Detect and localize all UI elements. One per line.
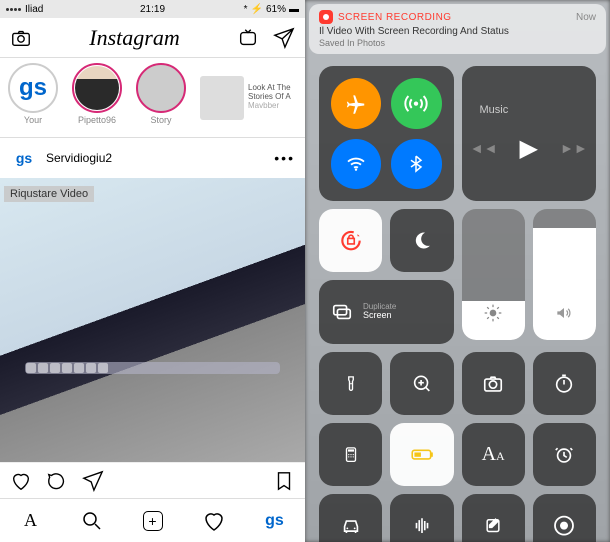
overlay-label: Riqustare Video (4, 186, 94, 202)
volume-icon (554, 303, 574, 328)
comment-icon[interactable] (46, 470, 68, 492)
instagram-screen: Iliad 21:19 * ⚡ 61% ▬ Instagram gs Your (0, 0, 305, 542)
connectivity-tile (319, 66, 454, 201)
voice-memo-button[interactable] (390, 494, 453, 542)
instagram-logo: Instagram (89, 25, 179, 51)
nav-add[interactable]: + (141, 509, 165, 533)
notes-button[interactable] (462, 494, 525, 542)
brightness-icon (483, 303, 503, 328)
dnd-toggle[interactable] (390, 209, 453, 272)
bluetooth-toggle[interactable] (391, 139, 441, 188)
post-image[interactable]: Riqustare Video (0, 178, 305, 462)
nav-profile[interactable]: gs (263, 509, 287, 533)
notif-subtitle: Saved In Photos (319, 38, 596, 48)
instagram-header: Instagram (0, 18, 305, 58)
magnifier-button[interactable] (390, 352, 453, 415)
post-actions (0, 462, 305, 498)
notification-banner[interactable]: SCREEN RECORDING Now Il Video With Scree… (309, 4, 606, 54)
bookmark-icon[interactable] (273, 470, 295, 492)
notif-time: Now (576, 12, 596, 23)
music-tile[interactable]: Music ◄◄ ▶ ►► (462, 66, 597, 201)
camera-button[interactable] (462, 352, 525, 415)
bt-icon: * (244, 4, 248, 15)
signal-icon (6, 8, 21, 11)
driving-button[interactable] (319, 494, 382, 542)
story-your[interactable]: gs Your (8, 63, 58, 132)
post-username[interactable]: Servidiogiu2 (46, 151, 266, 165)
play-icon[interactable]: ▶ (520, 134, 538, 163)
story-item[interactable]: Story (136, 63, 186, 132)
nav-search[interactable] (80, 509, 104, 533)
flashlight-button[interactable] (319, 352, 382, 415)
brightness-slider[interactable] (462, 209, 525, 341)
igtv-icon[interactable] (237, 27, 259, 49)
time-label: 21:19 (104, 4, 202, 15)
more-icon[interactable]: ••• (274, 150, 295, 166)
control-center-screen: SCREEN RECORDING Now Il Video With Scree… (305, 0, 610, 542)
calculator-button[interactable] (319, 423, 382, 486)
nav-home[interactable]: A (19, 509, 43, 533)
screen-mirroring-button[interactable]: Duplicate Screen (319, 280, 454, 344)
timer-button[interactable] (533, 352, 596, 415)
stories-row: gs Your Pipetto96 Story Look At The Stor… (0, 58, 305, 138)
alarm-button[interactable] (533, 423, 596, 486)
status-bar: Iliad 21:19 * ⚡ 61% ▬ (0, 0, 305, 18)
like-icon[interactable] (10, 470, 32, 492)
volume-slider[interactable] (533, 209, 596, 341)
recording-badge-icon (319, 10, 333, 24)
bottom-nav: A + gs (0, 498, 305, 542)
cellular-toggle[interactable] (391, 78, 441, 129)
camera-icon[interactable] (10, 27, 32, 49)
control-center-grid: Music ◄◄ ▶ ►► (309, 62, 606, 542)
post-avatar[interactable]: gs (10, 144, 38, 172)
carrier-label: Iliad (25, 4, 43, 15)
notif-app: SCREEN RECORDING (338, 12, 452, 23)
airplane-toggle[interactable] (331, 78, 381, 129)
notif-title: Il Video With Screen Recording And Statu… (319, 26, 596, 38)
news-thumb[interactable] (200, 76, 244, 120)
share-icon[interactable] (82, 470, 104, 492)
battery-label: 61% (266, 4, 286, 15)
story-pipetto[interactable]: Pipetto96 (72, 63, 122, 132)
low-power-toggle[interactable] (390, 423, 453, 486)
news-text: Look At The Stories Of A Mavbber (248, 84, 291, 110)
prev-icon[interactable]: ◄◄ (470, 140, 498, 156)
music-label: Music (480, 104, 509, 116)
rotation-lock-toggle[interactable] (319, 209, 382, 272)
screen-record-button[interactable] (533, 494, 596, 542)
send-icon[interactable] (273, 27, 295, 49)
nav-activity[interactable] (202, 509, 226, 533)
next-icon[interactable]: ►► (560, 140, 588, 156)
text-size-button[interactable]: AA (462, 423, 525, 486)
post-header: gs Servidiogiu2 ••• (0, 138, 305, 178)
wifi-toggle[interactable] (331, 139, 381, 188)
